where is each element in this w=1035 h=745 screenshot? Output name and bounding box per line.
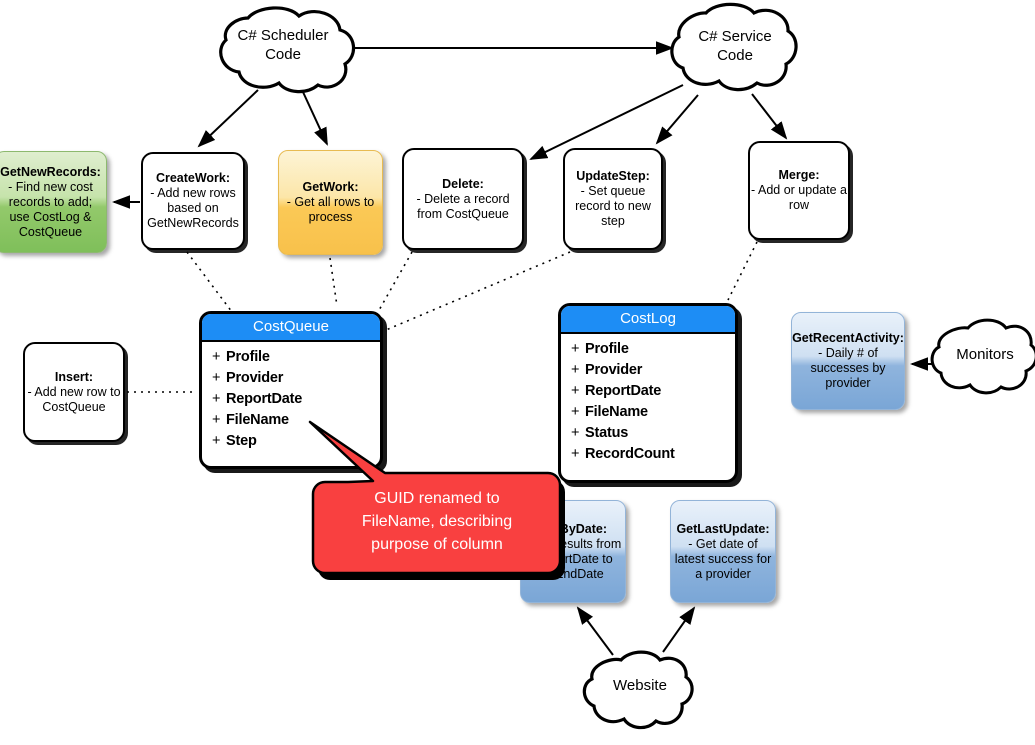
entity-column: + Profile [212, 347, 380, 368]
procedure-desc: - Find new cost records to add; use Cost… [8, 179, 93, 239]
column-name: RecordCount [585, 446, 675, 462]
procedure-desc: - Get date of latest success for a provi… [674, 536, 772, 581]
entity-column: + Provider [212, 368, 380, 389]
procedure-box-insert[interactable]: Insert: - Add new row to CostQueue [23, 342, 125, 442]
procedure-title: GetNewRecords: [0, 164, 101, 179]
entity-column: + Profile [571, 339, 735, 360]
column-visibility-marker: + [212, 433, 221, 449]
column-name: Provider [585, 362, 643, 378]
procedure-box-merge[interactable]: Merge: - Add or update a row [748, 141, 850, 240]
arrow-scheduler-to-creatework [197, 89, 259, 148]
procedure-box-create-work[interactable]: CreateWork: - Add new rows based on GetN… [141, 152, 245, 250]
column-visibility-marker: + [571, 425, 580, 441]
cloud-label-scheduler: C# Scheduler Code [237, 27, 329, 63]
column-visibility-marker: + [571, 341, 580, 357]
column-visibility-marker: + [571, 362, 580, 378]
column-name: Status [585, 425, 629, 441]
entity-title: CostLog [561, 306, 735, 334]
entity-column: + Provider [571, 360, 735, 381]
diagram-canvas: C# Scheduler Code C# Service Code Monito… [0, 0, 1035, 745]
entity-column-list: + Profile + Provider + ReportDate + FileName… [202, 342, 380, 458]
arrow-website-to-getlastupdate [662, 606, 696, 653]
procedure-title: Merge: [778, 168, 820, 182]
dotted-updatestep-to-costqueue [385, 251, 571, 331]
entity-cost-log[interactable]: CostLog + Profile + Provider + ReportDate +… [558, 303, 738, 483]
column-visibility-marker: + [212, 412, 221, 428]
procedure-title: UpdateStep: [576, 169, 650, 183]
column-name: Profile [585, 341, 629, 357]
procedure-desc: - Add new rows based on GetNewRecords [147, 186, 239, 230]
dotted-delete-to-costqueue [377, 251, 413, 313]
procedure-title: Insert: [54, 369, 94, 384]
cloud-label-monitors: Monitors [956, 346, 1014, 363]
procedure-box-get-last-update[interactable]: GetLastUpdate: - Get date of latest succ… [670, 500, 776, 603]
entity-column: + FileName [212, 410, 380, 431]
cloud-label-service: C# Service Code [698, 28, 772, 64]
procedure-box-get-work[interactable]: GetWork: - Get all rows to process [278, 150, 383, 255]
procedure-title: GetLastUpdate: [676, 521, 770, 536]
procedure-box-get-recent-activity[interactable]: GetRecentActivity: - Daily # of successe… [791, 312, 905, 410]
arrow-service-to-updatestep [655, 94, 699, 145]
entity-column: + ReportDate [212, 389, 380, 410]
column-visibility-marker: + [212, 391, 221, 407]
procedure-desc: - Add new row to CostQueue [27, 384, 121, 414]
procedure-desc: - Delete a record from CostQueue [416, 191, 510, 221]
entity-column: + ReportDate [571, 381, 735, 402]
arrow-service-to-merge [751, 93, 788, 140]
column-visibility-marker: + [571, 404, 580, 420]
arrow-scheduler-to-getwork [302, 91, 328, 146]
column-name: Profile [226, 349, 270, 365]
procedure-box-get-new-records[interactable]: GetNewRecords: - Find new cost records t… [0, 151, 107, 253]
procedure-desc: - Get all rows to process [286, 195, 375, 224]
entity-cost-queue[interactable]: CostQueue + Profile + Provider + ReportDate… [199, 311, 383, 469]
column-visibility-marker: + [212, 349, 221, 365]
dotted-getwork-to-costqueue [329, 257, 338, 307]
arrow-website-to-getbydate [576, 606, 614, 656]
entity-column-list: + Profile + Provider + ReportDate + FileName… [561, 334, 735, 471]
callout-text: GUID renamed to FileName, describing pur… [361, 490, 513, 553]
dotted-merge-to-costlog [727, 241, 758, 301]
column-name: ReportDate [226, 391, 303, 407]
entity-title: CostQueue [202, 314, 380, 342]
column-name: ReportDate [585, 383, 662, 399]
entity-column: + Step [212, 431, 380, 452]
procedure-desc: - Daily # of successes by provider [810, 346, 886, 390]
procedure-title: GetWork: [302, 180, 359, 194]
procedure-title: CreateWork: [155, 171, 231, 185]
procedure-box-delete[interactable]: Delete: - Delete a record from CostQueue [402, 148, 524, 250]
column-name: FileName [585, 404, 648, 420]
column-visibility-marker: + [571, 446, 580, 462]
procedure-title: GetRecentActivity: [792, 331, 904, 345]
procedure-desc: - Add or update a row [751, 183, 847, 212]
entity-column: + FileName [571, 402, 735, 423]
procedure-box-update-step[interactable]: UpdateStep: - Set queue record to new st… [563, 148, 663, 250]
column-name: Provider [226, 370, 284, 386]
column-visibility-marker: + [571, 383, 580, 399]
entity-column: + Status [571, 423, 735, 444]
cloud-label-website: Website [613, 677, 667, 694]
column-visibility-marker: + [212, 370, 221, 386]
entity-column: + RecordCount [571, 444, 735, 465]
dotted-creatework-to-costqueue [186, 251, 233, 313]
procedure-desc: - Set queue record to new step [575, 184, 651, 228]
procedure-title: Delete: [442, 176, 484, 191]
column-name: FileName [226, 412, 289, 428]
column-name: Step [226, 433, 257, 449]
